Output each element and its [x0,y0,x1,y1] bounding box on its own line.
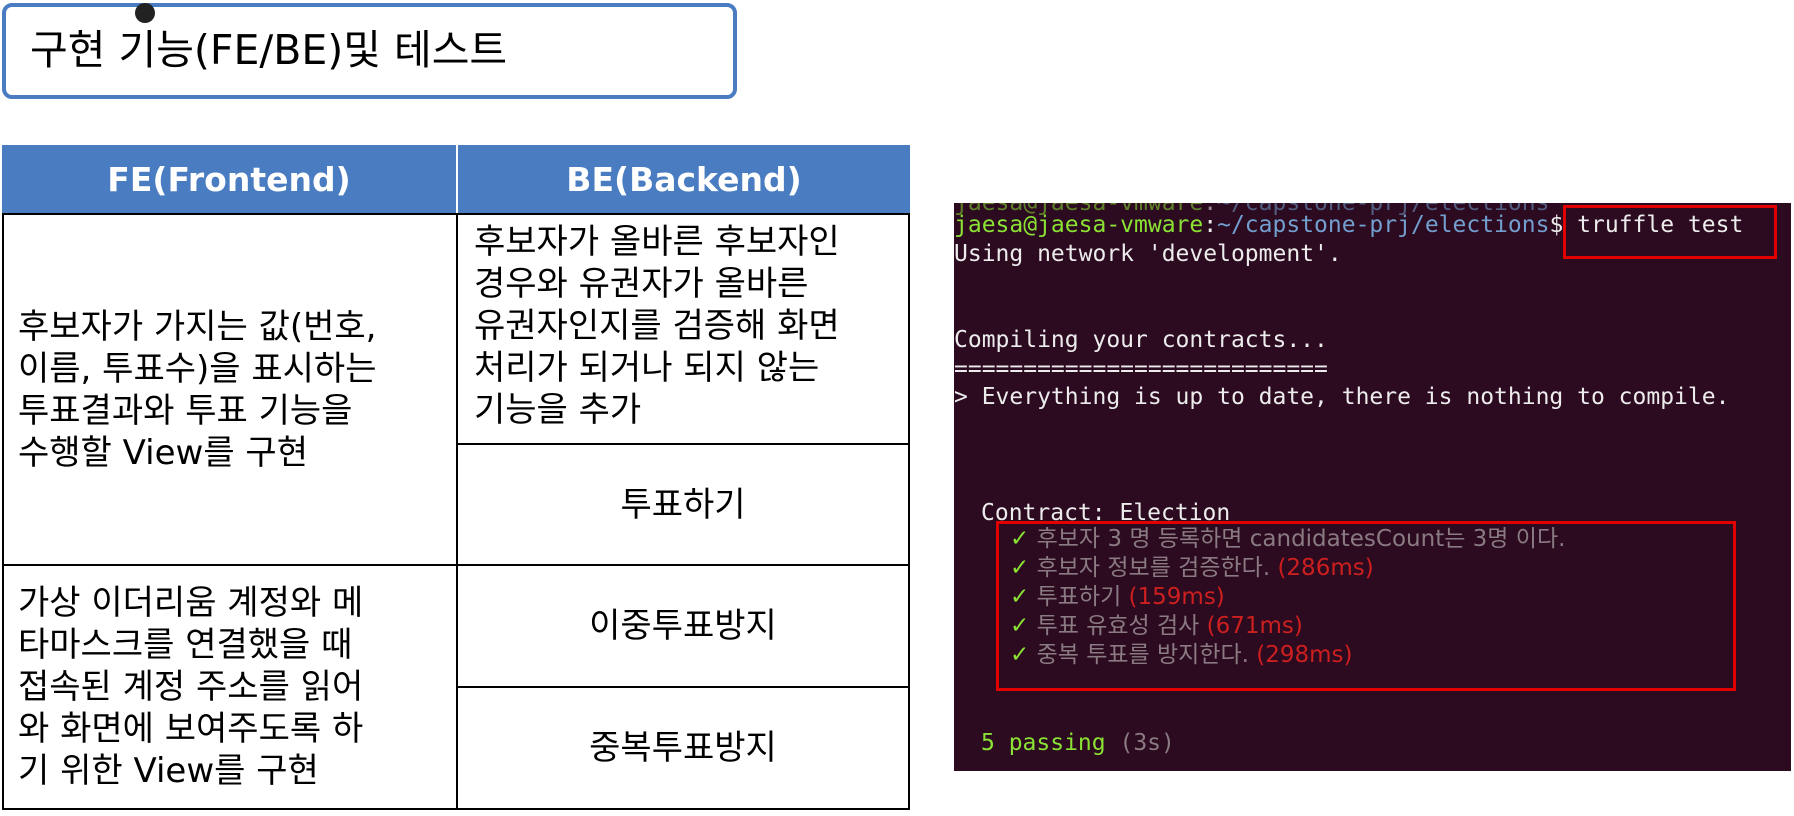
page-title: 구현 기능(FE/BE)및 테스트 [30,26,508,74]
be-cell-4: 중복투표방지 [456,688,910,810]
prompt-path: ~/capstone-prj/elections [1217,212,1550,238]
be-cell-1: 후보자가 올바른 후보자인 경우와 유권자가 올바른 유권자인지를 검증해 화면… [456,213,910,445]
title-box: 구현 기능(FE/BE)및 테스트 [2,3,737,99]
compiling-line: Compiling your contracts... [954,327,1328,353]
be-cell-1-text: 후보자가 올바른 후보자인 경우와 유권자가 올바른 유권자인지를 검증해 화면… [474,222,840,430]
be-cell-2: 투표하기 [456,445,910,566]
separator-line: =========================== [954,356,1328,382]
fe-cell-1: 후보자가 가지는 값(번호, 이름, 투표수)을 표시하는 투표결과와 투표 기… [2,213,458,566]
be-cell-3-text: 이중투표방지 [589,606,777,646]
passing-line: 5 passing (3s) [981,730,1175,756]
up-to-date-line: > Everything is up to date, there is not… [954,384,1730,410]
results-highlight-box [996,521,1736,691]
fe-cell-1-text: 후보자가 가지는 값(번호, 이름, 투표수)을 표시하는 투표결과와 투표 기… [18,306,377,473]
network-line: Using network 'development'. [954,241,1342,267]
be-cell-2-text: 투표하기 [620,484,746,525]
header-be: BE(Backend) [456,145,910,213]
fe-cell-2-text: 가상 이더리움 계정와 메 타마스크를 연결했을 때 접속된 계정 주소를 읽어… [18,583,364,791]
feature-table: FE(Frontend) BE(Backend) 후보자가 가지는 값(번호, … [2,145,910,810]
header-fe: FE(Frontend) [2,145,456,213]
title-dot [135,3,155,23]
fe-cell-2: 가상 이더리움 계정와 메 타마스크를 연결했을 때 접속된 계정 주소를 읽어… [2,566,458,810]
prompt-user: jaesa@jaesa-vmware [954,212,1204,238]
terminal-screenshot: jaesa@jaesa-vmware:~/capstone-prj/electi… [954,203,1791,771]
be-cell-3: 이중투표방지 [456,566,910,688]
be-cell-4-text: 중복투표방지 [589,728,777,768]
command-highlight-box [1563,205,1777,259]
